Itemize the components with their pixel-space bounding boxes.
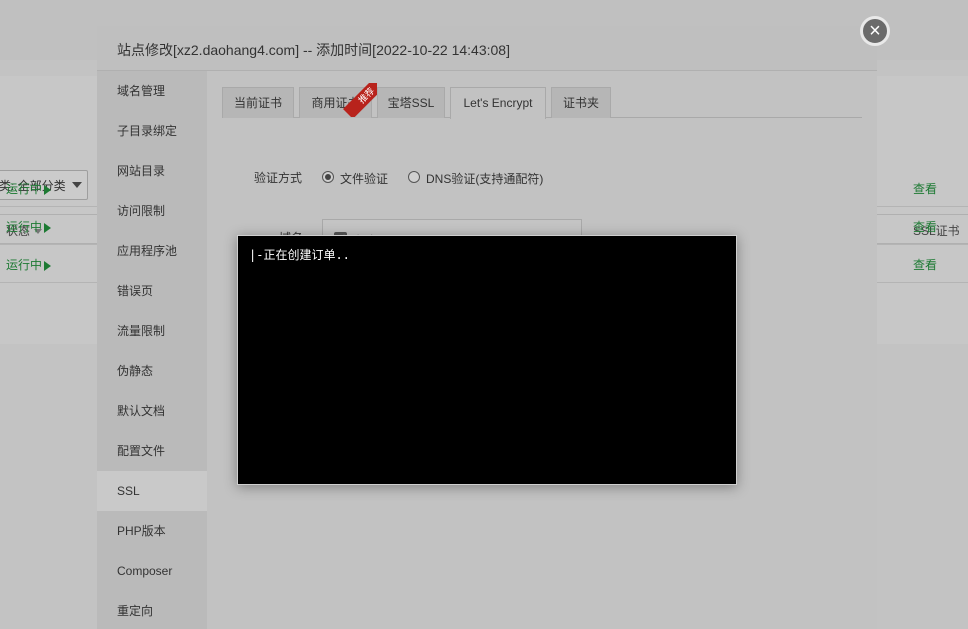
dialog-sidebar: 域名管理 子目录绑定 网站目录 访问限制 应用程序池 错误页 流量限制 伪静态 … <box>97 71 207 629</box>
sidebar-item-site-dir[interactable]: 网站目录 <box>97 151 207 191</box>
sidebar-item-config-file[interactable]: 配置文件 <box>97 431 207 471</box>
sidebar-item-redirect[interactable]: 重定向 <box>97 591 207 629</box>
sidebar-item-composer[interactable]: Composer <box>97 551 207 591</box>
progress-terminal: |-正在创建订单.. <box>237 235 737 485</box>
recommend-ribbon-label: 推荐 <box>343 83 377 117</box>
recommend-ribbon: 推荐 <box>337 83 377 117</box>
ssl-view-link[interactable]: 查看 <box>913 218 937 235</box>
play-icon <box>44 184 52 195</box>
sidebar-item-traffic-limit[interactable]: 流量限制 <box>97 311 207 351</box>
status-running[interactable]: 运行中 <box>6 218 52 235</box>
status-running[interactable]: 运行中 <box>6 256 52 273</box>
radio-dns-verify-label[interactable]: DNS验证(支持通配符) <box>426 170 543 187</box>
ssl-view-link[interactable]: 查看 <box>913 256 937 273</box>
ssl-view-link[interactable]: 查看 <box>913 180 937 197</box>
play-icon <box>44 222 52 233</box>
radio-file-verify[interactable] <box>322 171 334 183</box>
sidebar-item-default-doc[interactable]: 默认文档 <box>97 391 207 431</box>
sidebar-item-access-limit[interactable]: 访问限制 <box>97 191 207 231</box>
close-icon: × <box>869 20 881 42</box>
terminal-log-line: |-正在创建订单.. <box>249 248 350 262</box>
ssl-tabs: 当前证书 商用证书 宝塔SSL Let's Encrypt 证书夹 <box>222 87 862 119</box>
sidebar-item-error-page[interactable]: 错误页 <box>97 271 207 311</box>
tab-current-cert[interactable]: 当前证书 <box>222 87 294 118</box>
tab-lets-encrypt[interactable]: Let's Encrypt <box>450 87 546 119</box>
verify-method-label: 验证方式 <box>254 171 303 185</box>
dialog-title: 站点修改[xz2.daohang4.com] -- 添加时间[2022-10-2… <box>97 26 877 71</box>
tab-bt-ssl[interactable]: 宝塔SSL <box>377 87 445 118</box>
play-icon <box>44 260 52 271</box>
sidebar-item-php-version[interactable]: PHP版本 <box>97 511 207 551</box>
radio-dns-verify[interactable] <box>408 171 420 183</box>
sidebar-item-ssl[interactable]: SSL <box>97 471 207 511</box>
status-running[interactable]: 运行中 <box>6 180 52 197</box>
sidebar-item-domain[interactable]: 域名管理 <box>97 71 207 111</box>
sidebar-item-subdir[interactable]: 子目录绑定 <box>97 111 207 151</box>
tab-cert-folder[interactable]: 证书夹 <box>551 87 611 118</box>
radio-file-verify-label[interactable]: 文件验证 <box>340 170 388 187</box>
sidebar-item-app-pool[interactable]: 应用程序池 <box>97 231 207 271</box>
close-button[interactable]: × <box>860 16 890 46</box>
sidebar-item-rewrite[interactable]: 伪静态 <box>97 351 207 391</box>
